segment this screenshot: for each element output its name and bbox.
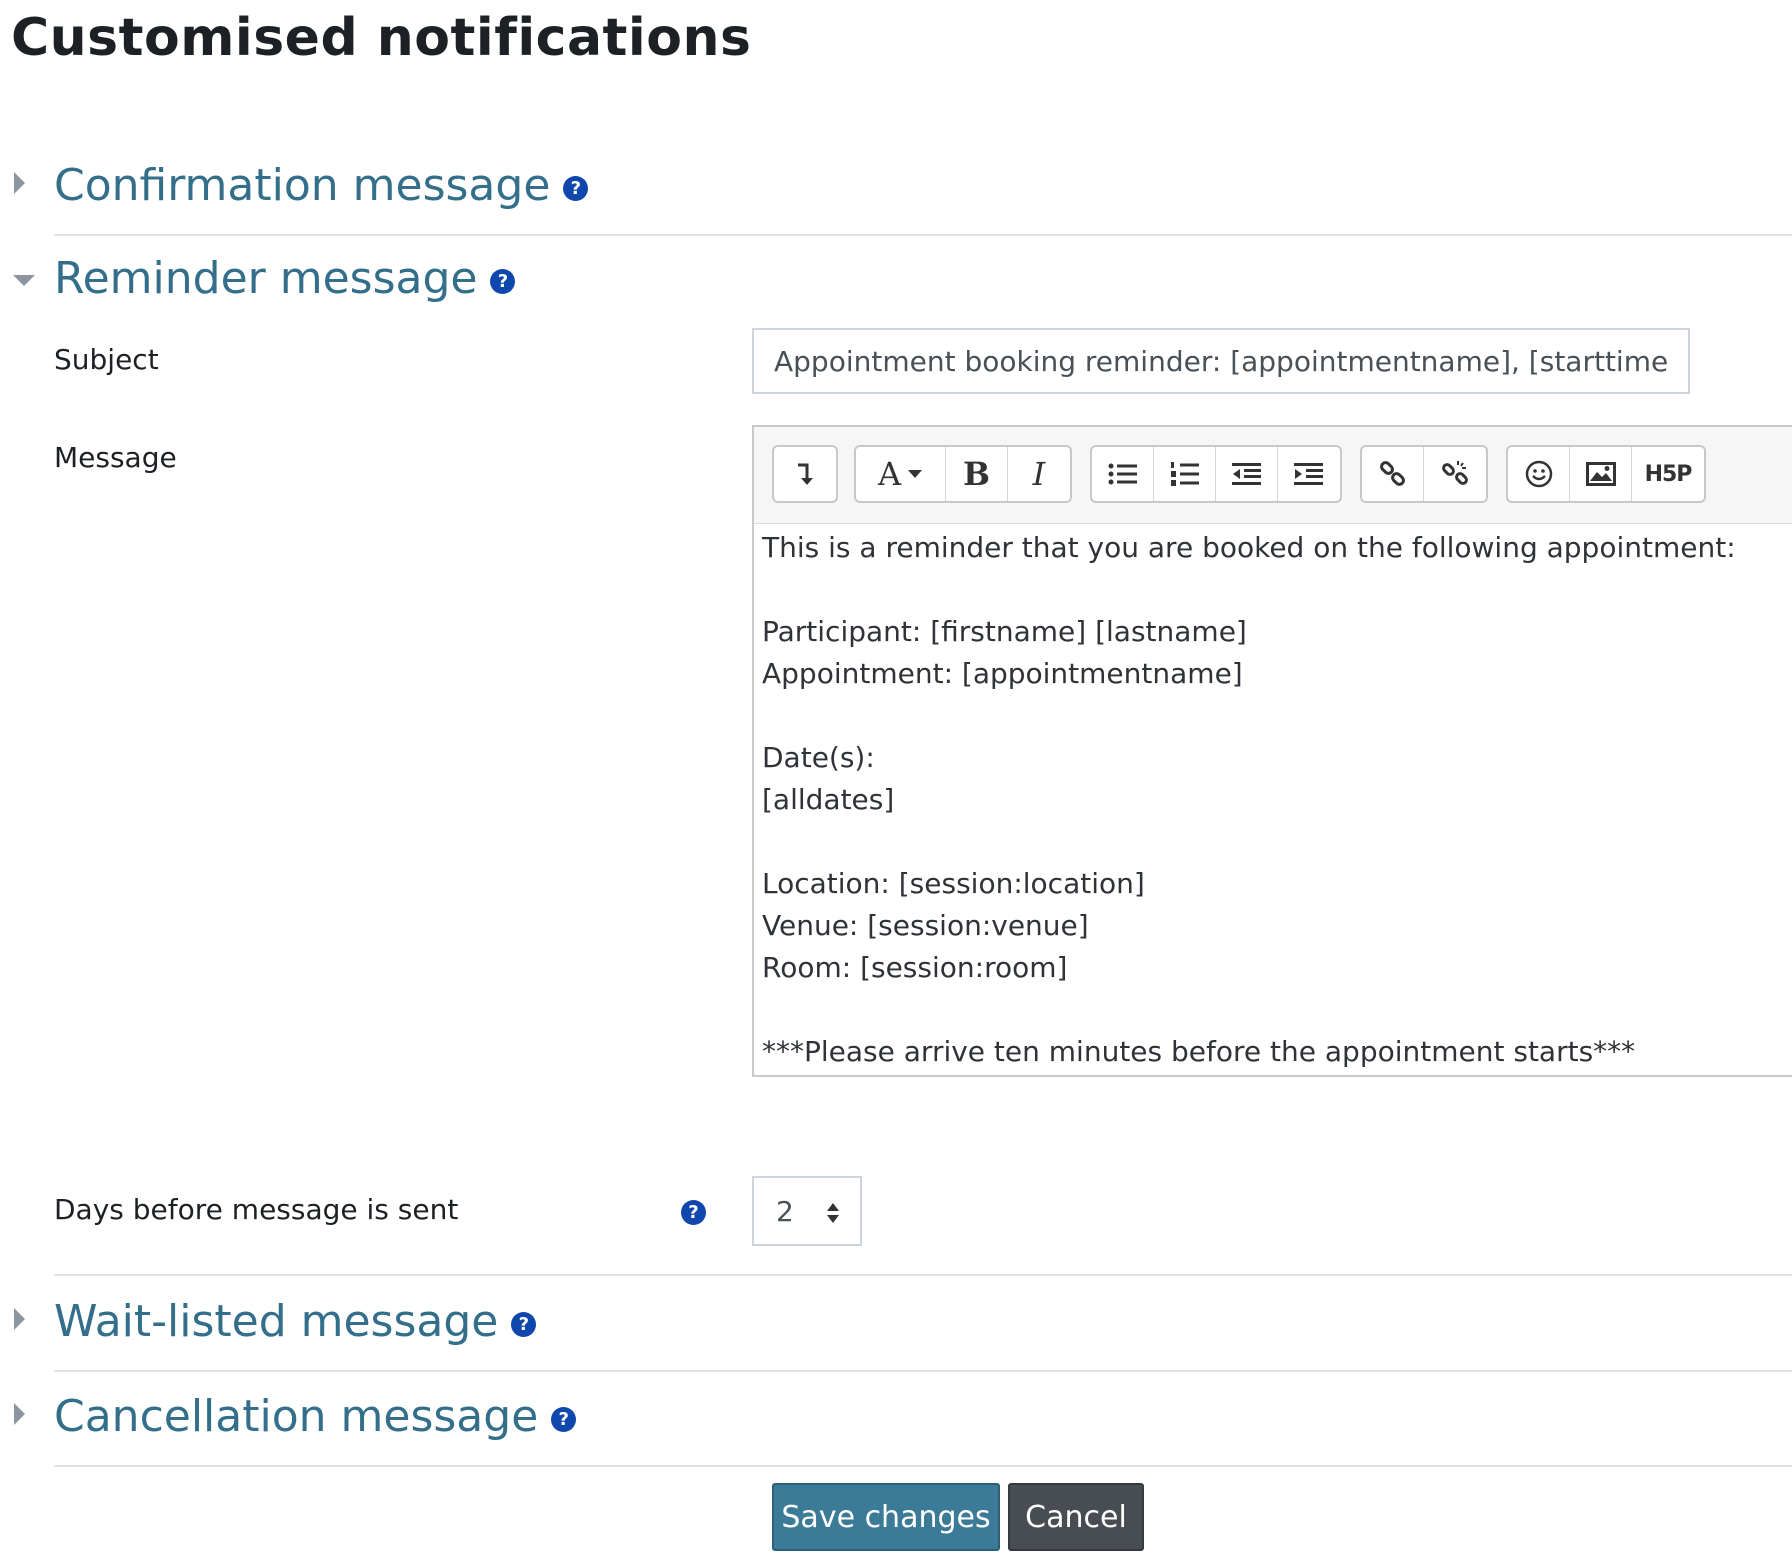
section-reminder-title[interactable]: Reminder message xyxy=(54,253,477,304)
italic-icon[interactable]: I xyxy=(1008,447,1070,501)
message-editor-content[interactable]: This is a reminder that you are booked o… xyxy=(762,527,1790,1075)
message-line: Date(s): xyxy=(762,741,875,774)
message-line: ***Please arrive ten minutes before the … xyxy=(762,1035,1636,1068)
bold-glyph: B xyxy=(962,455,991,493)
toolbar-group-links xyxy=(1360,445,1488,503)
section-divider xyxy=(54,1274,1792,1276)
section-divider xyxy=(54,234,1792,236)
h5p-icon[interactable]: H5P xyxy=(1632,447,1704,501)
italic-glyph: I xyxy=(1032,455,1046,493)
save-changes-button[interactable]: Save changes xyxy=(772,1483,1000,1551)
days-before-value: 2 xyxy=(776,1194,794,1228)
section-divider xyxy=(54,1370,1792,1372)
image-icon[interactable] xyxy=(1570,447,1632,501)
section-reminder-header[interactable]: Reminder message ? xyxy=(54,253,516,304)
days-before-help-icon[interactable]: ? xyxy=(681,1200,706,1225)
cancellation-help-icon[interactable]: ? xyxy=(551,1407,577,1432)
select-arrows-icon xyxy=(827,1203,839,1223)
section-divider xyxy=(54,1465,1792,1467)
section-confirmation-title[interactable]: Confirmation message xyxy=(54,160,550,211)
section-cancellation-title[interactable]: Cancellation message xyxy=(54,1391,538,1442)
message-line: Participant: [firstname] [lastname] xyxy=(762,615,1247,648)
days-before-label: Days before message is sent xyxy=(54,1193,459,1226)
unlink-icon[interactable] xyxy=(1424,447,1486,501)
emoji-icon[interactable] xyxy=(1508,447,1570,501)
show-more-buttons-icon[interactable] xyxy=(774,447,836,501)
unordered-list-icon[interactable] xyxy=(1092,447,1154,501)
h5p-glyph: H5P xyxy=(1644,461,1693,487)
toolbar-group-collapse xyxy=(772,445,838,503)
subject-input[interactable] xyxy=(752,328,1690,394)
bold-icon[interactable]: B xyxy=(946,447,1008,501)
section-waitlisted-title[interactable]: Wait-listed message xyxy=(54,1296,498,1347)
toolbar-group-style: A B I xyxy=(854,445,1072,503)
message-line: Location: [session:location] xyxy=(762,867,1145,900)
toolbar-group-insert: H5P xyxy=(1506,445,1706,503)
cancel-button[interactable]: Cancel xyxy=(1008,1483,1144,1551)
message-line: Room: [session:room] xyxy=(762,951,1068,984)
ordered-list-icon[interactable] xyxy=(1154,447,1216,501)
reminder-help-icon[interactable]: ? xyxy=(490,269,516,294)
subject-label: Subject xyxy=(54,343,159,376)
indent-icon[interactable] xyxy=(1278,447,1340,501)
message-line: [alldates] xyxy=(762,783,895,816)
waitlisted-help-icon[interactable]: ? xyxy=(511,1312,537,1337)
page-title: Customised notifications xyxy=(11,8,752,68)
message-line: This is a reminder that you are booked o… xyxy=(762,531,1736,564)
toolbar-group-lists xyxy=(1090,445,1342,503)
outdent-icon[interactable] xyxy=(1216,447,1278,501)
message-label: Message xyxy=(54,441,177,474)
font-color-icon[interactable]: A xyxy=(856,447,946,501)
days-before-select[interactable]: 2 xyxy=(752,1176,862,1246)
cancellation-collapse-toggle-icon[interactable] xyxy=(14,1403,25,1425)
message-editor: A B I H5P This is a reminder that you ar… xyxy=(752,425,1792,1077)
section-waitlisted-header[interactable]: Wait-listed message ? xyxy=(54,1296,537,1347)
font-color-glyph: A xyxy=(877,455,902,493)
editor-toolbar: A B I H5P xyxy=(754,427,1792,524)
message-line: Venue: [session:venue] xyxy=(762,909,1089,942)
confirmation-help-icon[interactable]: ? xyxy=(563,176,589,201)
section-confirmation-header[interactable]: Confirmation message ? xyxy=(54,160,589,211)
message-line: Appointment: [appointmentname] xyxy=(762,657,1243,690)
section-cancellation-header[interactable]: Cancellation message ? xyxy=(54,1391,577,1442)
reminder-expand-toggle-icon[interactable] xyxy=(13,275,35,286)
confirmation-collapse-toggle-icon[interactable] xyxy=(14,172,25,194)
waitlisted-collapse-toggle-icon[interactable] xyxy=(14,1308,25,1330)
link-icon[interactable] xyxy=(1362,447,1424,501)
